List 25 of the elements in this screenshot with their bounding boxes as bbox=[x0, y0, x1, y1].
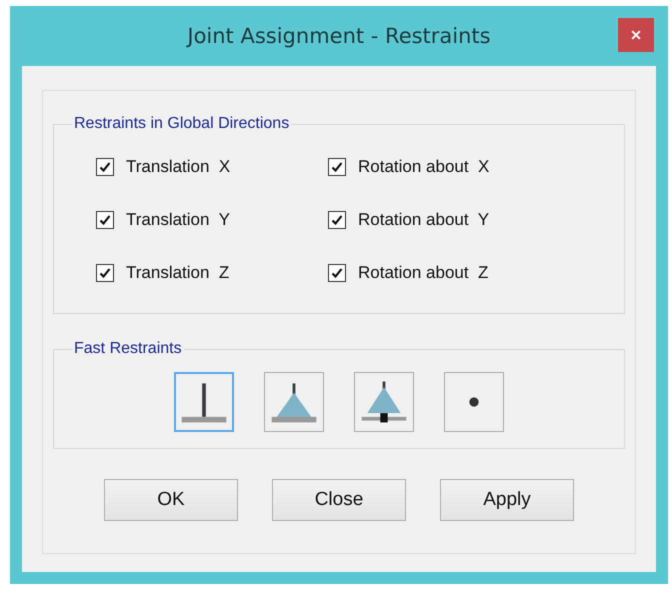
checkbox[interactable]: Rotation about Y bbox=[328, 210, 548, 230]
ball-icon bbox=[469, 397, 479, 407]
check-icon bbox=[330, 160, 344, 174]
window-title: Joint Assignment - Restraints bbox=[187, 24, 491, 48]
cone-icon bbox=[272, 383, 316, 422]
checkbox[interactable]: Translation Z bbox=[96, 263, 328, 283]
checkbox[interactable]: Rotation about Z bbox=[328, 263, 548, 283]
check-icon bbox=[98, 160, 112, 174]
check-icon bbox=[330, 266, 344, 280]
check-icon bbox=[330, 213, 344, 227]
close-button[interactable]: × bbox=[618, 18, 654, 52]
group-title: Restraints in Global Directions bbox=[73, 115, 290, 133]
post-button[interactable] bbox=[174, 372, 234, 432]
close-dialog-button[interactable]: Close bbox=[272, 479, 406, 521]
cone-button[interactable] bbox=[354, 372, 414, 432]
apply-button[interactable]: Apply bbox=[440, 479, 574, 521]
cone-icon bbox=[362, 382, 406, 422]
check-icon bbox=[98, 266, 112, 280]
checkbox[interactable]: Rotation about X bbox=[328, 157, 548, 177]
ok-button[interactable]: OK bbox=[104, 479, 238, 521]
checkbox[interactable]: Translation Y bbox=[96, 210, 328, 230]
checkbox[interactable]: Translation X bbox=[96, 157, 328, 177]
post-icon bbox=[182, 383, 226, 422]
group-title: Fast Restraints bbox=[73, 340, 183, 358]
check-icon bbox=[98, 213, 112, 227]
